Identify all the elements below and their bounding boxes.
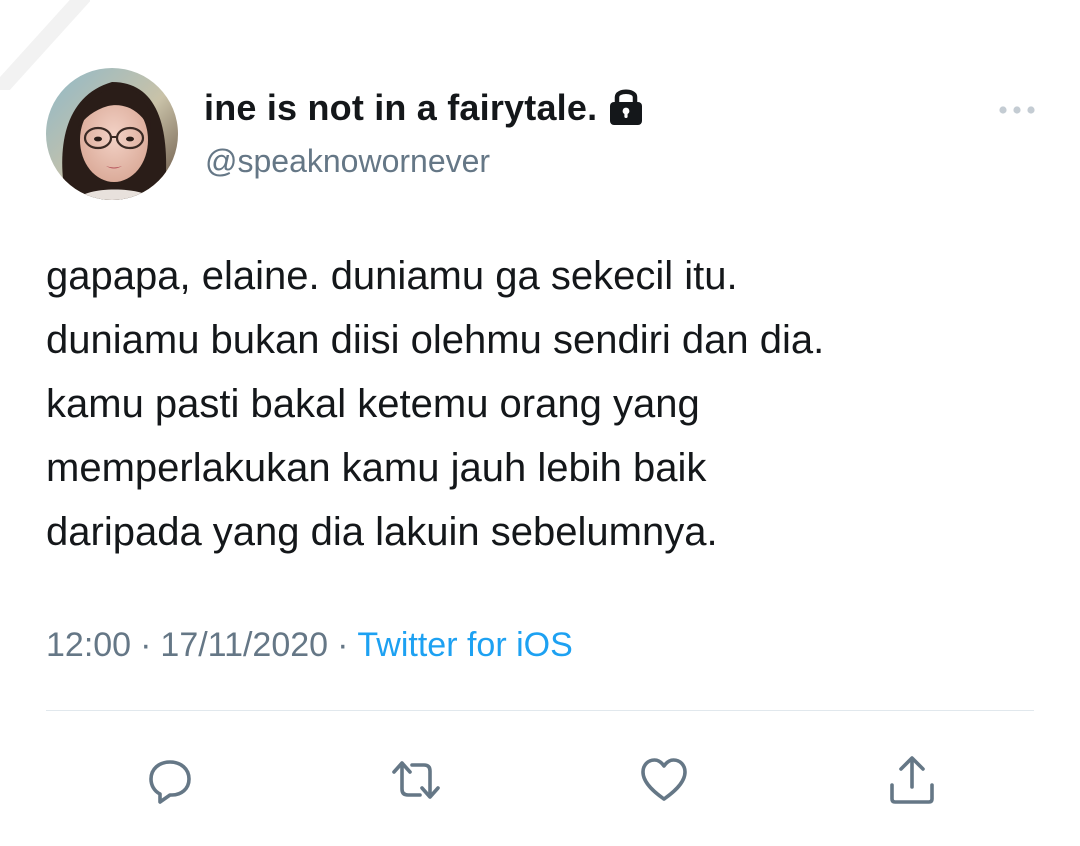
tweet-time[interactable]: 12:00 bbox=[46, 626, 131, 665]
tweet-text-line: memperlakukan kamu jauh lebih baik bbox=[46, 446, 707, 490]
tweet-text-line: kamu pasti bakal ketemu orang yang bbox=[46, 382, 700, 426]
share-icon bbox=[890, 756, 934, 804]
meta-separator: · bbox=[337, 626, 349, 664]
author-name-row[interactable]: ine is not in a fairytale. bbox=[204, 84, 645, 132]
share-button[interactable] bbox=[884, 752, 940, 808]
reply-icon bbox=[149, 760, 191, 804]
like-button[interactable] bbox=[636, 752, 692, 808]
tweet-text-line: daripada yang dia lakuin sebelumnya. bbox=[46, 510, 718, 554]
heart-icon bbox=[641, 758, 687, 801]
divider bbox=[46, 710, 1034, 711]
corner-decoration bbox=[0, 0, 90, 90]
meta-separator: · bbox=[140, 626, 152, 664]
more-options-icon bbox=[999, 106, 1035, 114]
avatar[interactable] bbox=[46, 68, 178, 200]
display-name[interactable]: ine is not in a fairytale. bbox=[204, 87, 597, 129]
lock-icon bbox=[607, 85, 645, 127]
tweet-text: gapapa, elaine. duniamu ga sekecil itu. … bbox=[46, 244, 1046, 564]
reply-button[interactable] bbox=[142, 752, 198, 808]
tweet-date[interactable]: 17/11/2020 bbox=[160, 626, 328, 665]
tweet-meta: 12:00 · 17/11/2020 · Twitter for iOS bbox=[46, 626, 573, 665]
tweet-text-line: duniamu bukan diisi olehmu sendiri dan d… bbox=[46, 318, 825, 362]
user-handle[interactable]: @speaknowornever bbox=[205, 143, 490, 180]
more-options-button[interactable] bbox=[995, 98, 1039, 122]
tweet-text-line: gapapa, elaine. duniamu ga sekecil itu. bbox=[46, 254, 738, 298]
tweet-source-link[interactable]: Twitter for iOS bbox=[357, 626, 572, 665]
retweet-icon bbox=[392, 761, 440, 799]
retweet-button[interactable] bbox=[388, 752, 444, 808]
